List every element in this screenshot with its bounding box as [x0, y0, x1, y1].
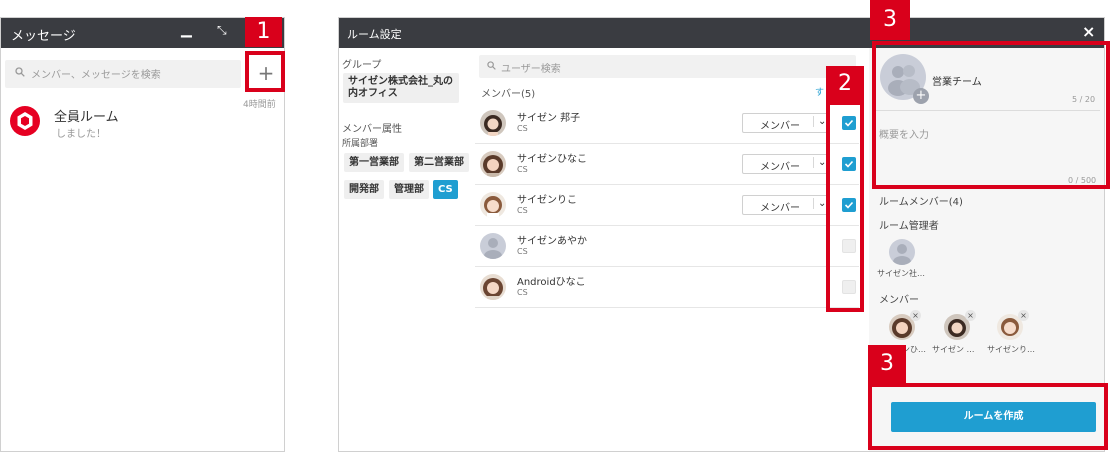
search-icon [487, 61, 496, 70]
member-row[interactable]: サイゼンひなこ CS メンバー ⌄ [475, 144, 859, 185]
messages-title: メッセージ [11, 29, 76, 44]
room-list-item[interactable]: 4時間前 [1, 90, 284, 150]
callout-highlight [872, 41, 1110, 189]
group-chip[interactable]: サイゼン株式会社_丸の内オフィス [343, 73, 459, 103]
member-row[interactable]: サイゼンあやか CS [475, 226, 859, 267]
callout-badge: 3 [868, 345, 906, 383]
callout-highlight [245, 51, 285, 92]
member-row[interactable]: Androidひなこ CS [475, 267, 859, 308]
user-search-input[interactable]: ユーザー検索 [479, 55, 856, 78]
messages-header: メッセージ ▁ ⤡ [1, 18, 284, 48]
remove-member-icon[interactable]: × [965, 310, 976, 321]
member-name: サイゼンりこ [517, 195, 577, 206]
admin-name: サイゼン社… [877, 269, 925, 278]
role-label: メンバー [760, 162, 800, 173]
select-all-link[interactable]: す [815, 85, 824, 98]
member-name: サイゼンあやか [517, 236, 587, 247]
members-count: メンバー(5) [481, 89, 536, 100]
room-member-name: サイゼンり… [987, 345, 1035, 354]
group-heading: グループ [342, 60, 382, 71]
search-icon [15, 67, 25, 77]
avatar-placeholder [480, 233, 506, 259]
chevron-down-icon: ⌄ [813, 157, 826, 168]
room-admin-heading: ルーム管理者 [879, 221, 939, 232]
avatar-placeholder [889, 239, 915, 265]
role-label: メンバー [760, 121, 800, 132]
user-search-placeholder: ユーザー検索 [501, 64, 561, 75]
department-chip[interactable]: 第二営業部 [409, 153, 469, 172]
role-label: メンバー [760, 203, 800, 214]
room-preview: しました！ [56, 129, 106, 140]
close-icon[interactable]: × [1082, 22, 1095, 41]
department-chip-selected[interactable]: CS [433, 180, 458, 199]
room-logo-icon [10, 106, 40, 136]
member-department: CS [517, 206, 528, 215]
avatar [480, 274, 506, 300]
department-heading: 所属部署 [342, 139, 379, 149]
room-name: 全員ルーム [54, 110, 119, 125]
member-department: CS [517, 165, 528, 174]
role-select[interactable]: メンバー ⌄ [742, 195, 829, 215]
dialog-title: ルーム設定 [347, 28, 402, 41]
chevron-down-icon: ⌄ [813, 198, 826, 209]
avatar [480, 192, 506, 218]
member-department: CS [517, 124, 528, 133]
shrink-icon[interactable]: ⤡ [217, 23, 227, 38]
room-member-name: サイゼン … [932, 345, 975, 354]
minimize-icon[interactable]: ▁ [181, 22, 192, 38]
avatar [480, 151, 506, 177]
room-members-heading: ルームメンバー(4) [879, 197, 963, 208]
remove-member-icon[interactable]: × [910, 310, 921, 321]
room-time: 4時間前 [243, 100, 276, 110]
chevron-down-icon: ⌄ [813, 116, 826, 127]
avatar [480, 110, 506, 136]
message-search-input[interactable]: メンバー、メッセージを検索 [5, 60, 241, 88]
callout-highlight [826, 101, 864, 312]
member-row[interactable]: サイゼンりこ CS メンバー ⌄ [475, 185, 859, 226]
member-department: CS [517, 247, 528, 256]
remove-member-icon[interactable]: × [1018, 310, 1029, 321]
department-chip[interactable]: 管理部 [389, 180, 429, 199]
department-chip[interactable]: 開発部 [344, 180, 384, 199]
role-select[interactable]: メンバー ⌄ [742, 154, 829, 174]
messages-panel: メッセージ ▁ ⤡ メンバー、メッセージを検索 + 4時間前 全員ルーム しまし… [0, 17, 285, 452]
department-chip[interactable]: 第一営業部 [344, 153, 404, 172]
member-row[interactable]: サイゼン 邦子 CS メンバー ⌄ [475, 103, 859, 144]
role-select[interactable]: メンバー ⌄ [742, 113, 829, 133]
search-placeholder: メンバー、メッセージを検索 [31, 70, 161, 81]
member-department: CS [517, 288, 528, 297]
callout-badge: 1 [245, 17, 282, 47]
member-heading: メンバー [879, 295, 919, 306]
member-name: サイゼン 邦子 [517, 113, 581, 124]
attribute-heading: メンバー属性 [342, 124, 402, 135]
member-name: Androidひなこ [517, 277, 586, 288]
callout-highlight [868, 383, 1108, 450]
callout-badge: 3 [870, 0, 910, 40]
callout-badge: 2 [826, 66, 864, 101]
member-name: サイゼンひなこ [517, 154, 587, 165]
